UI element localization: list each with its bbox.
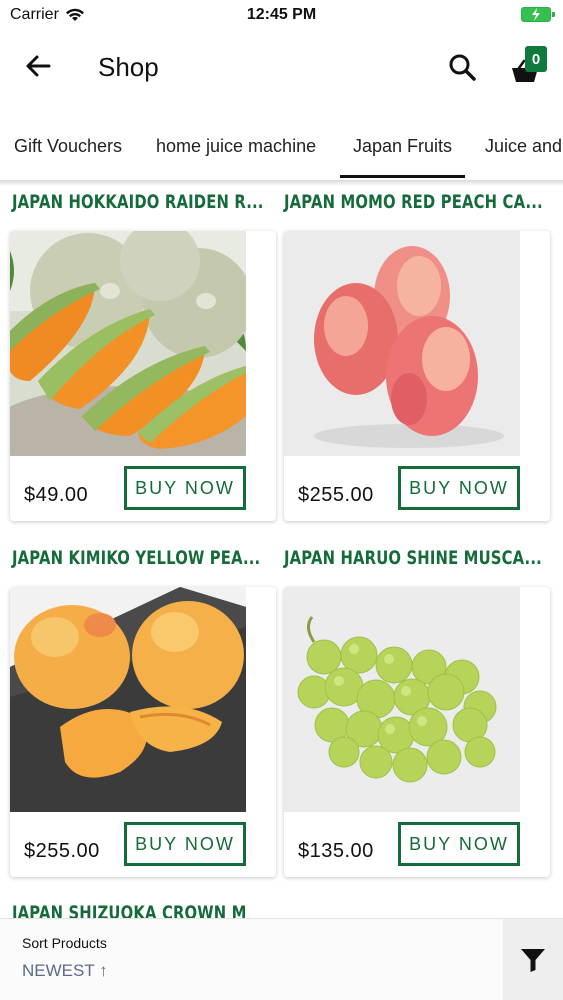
page-title: Shop <box>98 52 159 82</box>
product-card[interactable]: $49.00 BUY NOW <box>10 231 276 521</box>
tab-japan-fruits[interactable]: Japan Fruits <box>340 112 466 180</box>
back-button[interactable] <box>20 50 56 82</box>
filter-icon <box>521 949 545 972</box>
clock: 12:45 PM <box>246 6 317 23</box>
product-price: $255.00 <box>298 484 374 506</box>
product-price: $49.00 <box>24 484 89 506</box>
product-card[interactable]: $135.00 BUY NOW <box>284 587 550 877</box>
product-price: $255.00 <box>24 840 100 862</box>
product-price: $135.00 <box>298 840 374 862</box>
tab-gift-vouchers[interactable]: Gift Vouchers <box>14 112 122 180</box>
app-header: Shop 0 <box>0 30 563 105</box>
category-tabs: Gift Vouchers home juice machine Japan F… <box>0 112 563 180</box>
sort-dropdown[interactable]: NEWEST ↑ <box>22 961 108 981</box>
cart-count-badge: 0 <box>525 46 547 72</box>
sort-bar: Sort Products NEWEST ↑ <box>0 918 563 1000</box>
buy-now-button[interactable]: BUY NOW <box>398 822 520 866</box>
search-button[interactable] <box>444 50 480 84</box>
filter-button[interactable] <box>503 919 563 1000</box>
tab-juice-and[interactable]: Juice and <box>485 112 562 180</box>
product-title[interactable]: JAPAN MOMO RED PEACH CA... <box>284 191 543 213</box>
product-image-melon[interactable] <box>10 231 246 456</box>
cart-button[interactable]: 0 <box>508 46 552 86</box>
product-card[interactable]: $255.00 BUY NOW <box>10 587 276 877</box>
battery-charging-icon <box>521 7 555 22</box>
product-image-red-peaches[interactable] <box>284 231 520 456</box>
buy-now-button[interactable]: BUY NOW <box>124 822 246 866</box>
sort-label: Sort Products <box>22 935 107 951</box>
buy-now-button[interactable]: BUY NOW <box>398 466 520 510</box>
status-bar: Carrier 12:45 PM <box>0 0 563 30</box>
tabs-divider <box>0 180 563 186</box>
product-title[interactable]: JAPAN HOKKAIDO RAIDEN R... <box>12 191 264 213</box>
product-card[interactable]: $255.00 BUY NOW <box>284 231 550 521</box>
product-title[interactable]: JAPAN HARUO SHINE MUSCA... <box>284 547 542 569</box>
search-icon <box>449 54 476 81</box>
arrow-left-icon <box>26 55 51 77</box>
tab-home-juice-machine[interactable]: home juice machine <box>156 112 316 180</box>
buy-now-button[interactable]: BUY NOW <box>124 466 246 510</box>
product-image-yellow-peaches[interactable] <box>10 587 246 812</box>
product-title[interactable]: JAPAN KIMIKO YELLOW PEA... <box>12 547 260 569</box>
product-image-green-grapes[interactable] <box>284 587 520 812</box>
